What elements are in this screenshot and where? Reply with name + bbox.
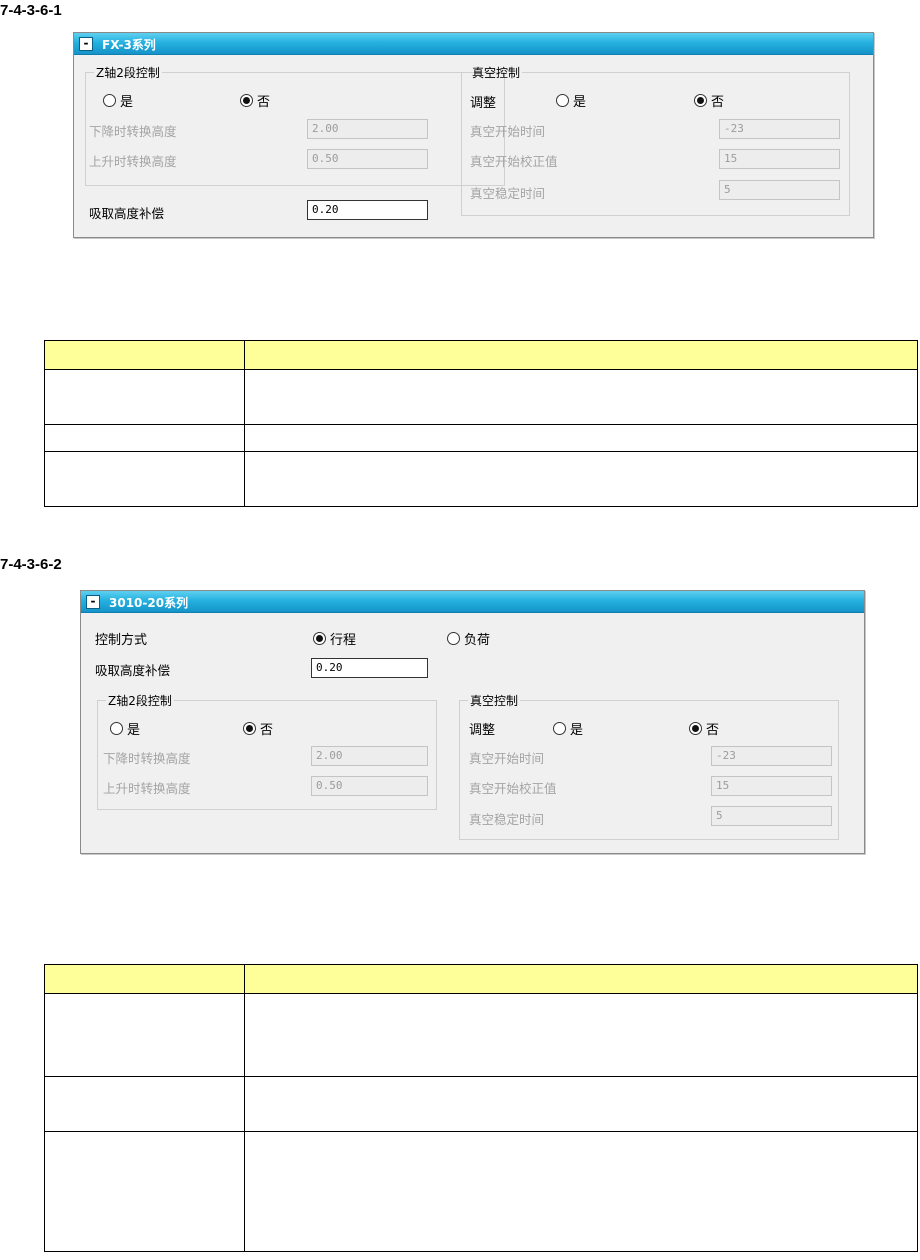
lower-height-field[interactable]: 2.00	[311, 746, 428, 766]
table-cell	[244, 369, 918, 425]
vacuum-stable-time-label: 真空稳定时间	[469, 812, 545, 827]
table-header-row	[44, 340, 918, 370]
vacuum-no-radio[interactable]: 否	[689, 719, 719, 738]
table-cell	[44, 1076, 245, 1132]
table-cell	[44, 451, 245, 507]
radio-checked-icon	[694, 94, 707, 107]
table-cell	[44, 424, 245, 452]
lower-height-label: 下降时转换高度	[103, 751, 191, 766]
vacuum-stable-time-field[interactable]: 5	[711, 806, 832, 826]
table-cell	[244, 451, 918, 507]
vacuum-stable-time-label: 真空稳定时间	[470, 186, 546, 201]
parameter-table-2	[44, 964, 918, 1252]
vacuum-start-time-label: 真空开始时间	[469, 751, 545, 766]
control-mode-load-radio[interactable]: 负荷	[447, 629, 490, 648]
collapse-icon[interactable]: -	[79, 37, 93, 51]
panel-titlebar: - 3010-20系列	[81, 591, 864, 613]
z-axis-no-radio[interactable]: 否	[240, 91, 270, 110]
table-row	[44, 1076, 918, 1132]
vacuum-start-time-field[interactable]: -23	[711, 746, 832, 766]
table-cell	[244, 1076, 918, 1132]
vacuum-adjust-label: 调整	[469, 723, 496, 738]
vacuum-yes-radio[interactable]: 是	[553, 719, 583, 738]
radio-unchecked-icon	[103, 94, 116, 107]
lower-height-label: 下降时转换高度	[89, 124, 177, 139]
radio-checked-icon	[243, 722, 256, 735]
parameter-table-1	[44, 340, 918, 507]
radio-unchecked-icon	[553, 722, 566, 735]
panel-titlebar: - FX-3系列	[74, 33, 873, 55]
pickup-height-label: 吸取高度补偿	[95, 663, 171, 678]
table-cell	[44, 369, 245, 425]
table-row	[44, 451, 918, 507]
vacuum-start-correction-field[interactable]: 15	[711, 776, 832, 796]
vacuum-legend: 真空控制	[470, 694, 519, 708]
z-axis-yes-radio[interactable]: 是	[110, 719, 140, 738]
pickup-height-input[interactable]: 0.20	[307, 200, 428, 220]
z-axis-yes-radio[interactable]: 是	[103, 91, 133, 110]
table-row	[44, 369, 918, 425]
raise-height-field[interactable]: 0.50	[311, 776, 428, 796]
vacuum-stable-time-field[interactable]: 5	[719, 180, 840, 200]
table-header-cell	[44, 340, 245, 370]
table-row	[44, 424, 918, 452]
fx3-settings-panel: - FX-3系列 Z轴2段控制 是 否 下降时转换高度 2.00 上升时转换高度…	[73, 32, 874, 238]
z-axis-legend: Z轴2段控制	[108, 694, 172, 708]
table-header-row	[44, 964, 918, 994]
radio-checked-icon	[689, 722, 702, 735]
table-cell	[44, 993, 245, 1077]
raise-height-field[interactable]: 0.50	[307, 149, 428, 169]
z-axis-no-radio[interactable]: 否	[243, 719, 273, 738]
vacuum-adjust-label: 调整	[470, 96, 497, 111]
table-cell	[244, 993, 918, 1077]
table-header-cell	[244, 340, 918, 370]
lower-height-field[interactable]: 2.00	[307, 119, 428, 139]
vacuum-start-time-field[interactable]: -23	[719, 119, 840, 139]
vacuum-start-correction-field[interactable]: 15	[719, 149, 840, 169]
pickup-height-label: 吸取高度补偿	[89, 206, 165, 221]
table-cell	[44, 1131, 245, 1252]
z-axis-legend: Z轴2段控制	[96, 66, 160, 80]
vacuum-no-radio[interactable]: 否	[694, 91, 724, 110]
radio-unchecked-icon	[447, 632, 460, 645]
collapse-icon[interactable]: -	[86, 595, 100, 609]
section-heading-1: 7-4-3-6-1	[0, 2, 62, 19]
vacuum-start-correction-label: 真空开始校正值	[470, 154, 558, 169]
3010-settings-panel: - 3010-20系列 控制方式 行程 负荷 吸取高度补偿 0.20 Z轴2段控…	[80, 590, 865, 854]
radio-unchecked-icon	[110, 722, 123, 735]
vacuum-start-time-label: 真空开始时间	[470, 124, 546, 139]
panel-title: 3010-20系列	[109, 596, 189, 610]
vacuum-yes-radio[interactable]: 是	[556, 91, 586, 110]
table-row	[44, 993, 918, 1077]
table-header-cell	[244, 964, 918, 994]
pickup-height-input[interactable]: 0.20	[311, 658, 428, 678]
control-mode-stroke-radio[interactable]: 行程	[313, 629, 356, 648]
section-heading-2: 7-4-3-6-2	[0, 556, 62, 573]
radio-checked-icon	[313, 632, 326, 645]
table-row	[44, 1131, 918, 1252]
panel-title: FX-3系列	[102, 38, 156, 52]
raise-height-label: 上升时转换高度	[103, 781, 191, 796]
table-header-cell	[44, 964, 245, 994]
vacuum-legend: 真空控制	[472, 66, 521, 80]
vacuum-start-correction-label: 真空开始校正值	[469, 781, 557, 796]
raise-height-label: 上升时转换高度	[89, 154, 177, 169]
radio-unchecked-icon	[556, 94, 569, 107]
control-mode-label: 控制方式	[95, 633, 148, 648]
radio-checked-icon	[240, 94, 253, 107]
table-cell	[244, 424, 918, 452]
table-cell	[244, 1131, 918, 1252]
